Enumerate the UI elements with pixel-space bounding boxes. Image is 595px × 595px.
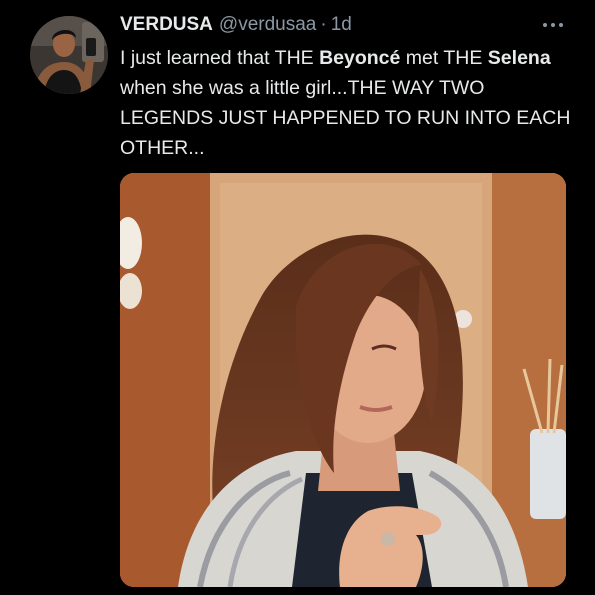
tweet-text-part: when she was a little girl...THE WAY TWO… [120, 77, 571, 159]
mention-beyonce: Beyoncé [319, 47, 401, 69]
display-name[interactable]: VERDUSA [120, 14, 213, 36]
tweet-text-part: I just learned that THE [120, 47, 320, 69]
avatar[interactable] [30, 16, 108, 94]
separator-dot: · [320, 14, 327, 35]
tweet-header: VERDUSA @verdusaa · 1d [120, 14, 352, 38]
tweet-text: I just learned that THE Beyoncé met THE … [120, 43, 575, 163]
tweet-card[interactable]: VERDUSA @verdusaa · 1d I just learned th… [0, 0, 595, 595]
mention-selena: Selena [487, 47, 551, 69]
user-handle[interactable]: @verdusaa [219, 14, 316, 36]
timestamp[interactable]: 1d [331, 14, 352, 36]
tweet-media-image[interactable] [120, 173, 566, 587]
more-horizontal-icon[interactable] [539, 18, 567, 32]
tweet-text-part: met THE [400, 47, 488, 69]
